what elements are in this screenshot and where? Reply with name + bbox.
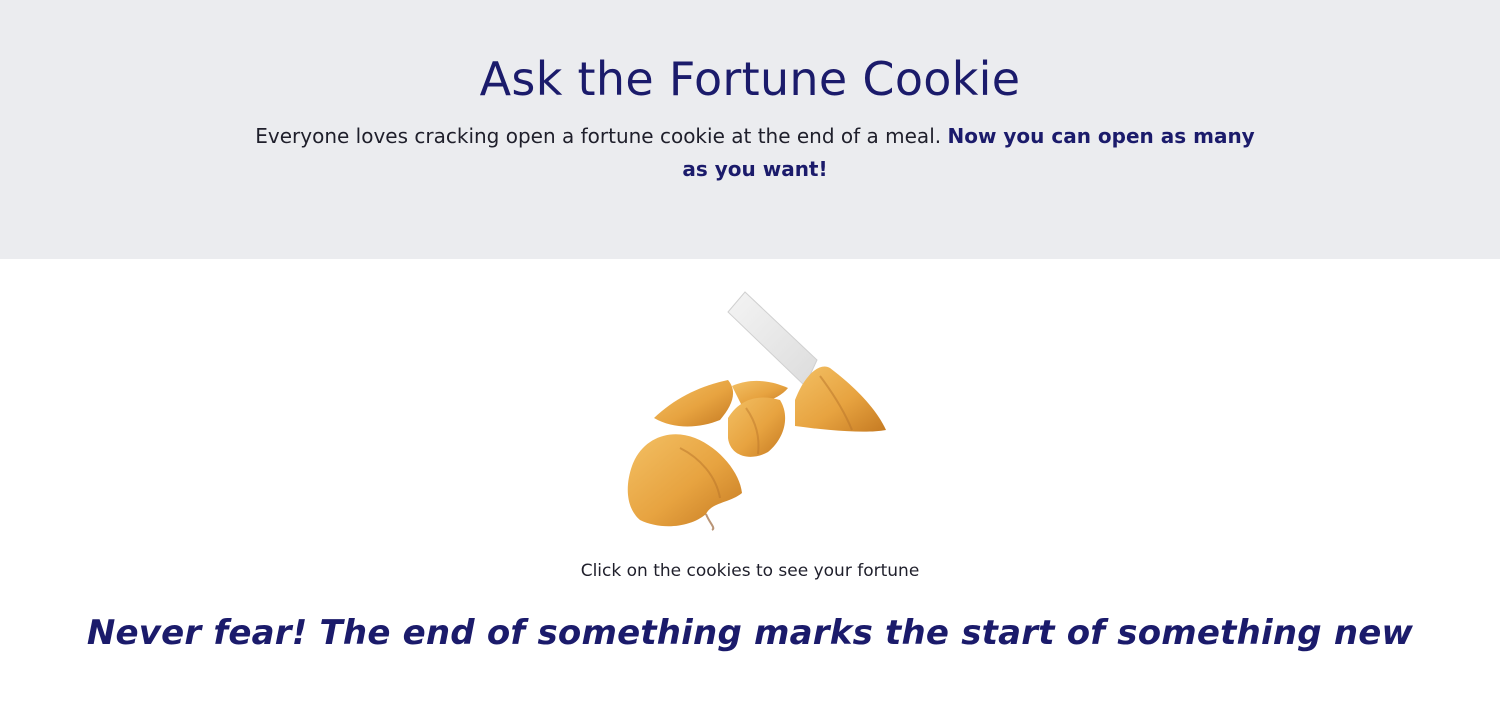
fortune-cookies-icon [627, 291, 886, 531]
fortune-text: Never fear! The end of something marks t… [86, 613, 1414, 653]
hero-banner: Ask the Fortune Cookie Everyone loves cr… [0, 0, 1500, 259]
fortune-cookie-button[interactable] [620, 288, 890, 533]
page-title: Ask the Fortune Cookie [479, 52, 1021, 106]
intro-plain-text: Everyone loves cracking open a fortune c… [255, 124, 948, 148]
intro-text: Everyone loves cracking open a fortune c… [250, 120, 1260, 186]
cookie-instructions: Click on the cookies to see your fortune [580, 561, 920, 581]
